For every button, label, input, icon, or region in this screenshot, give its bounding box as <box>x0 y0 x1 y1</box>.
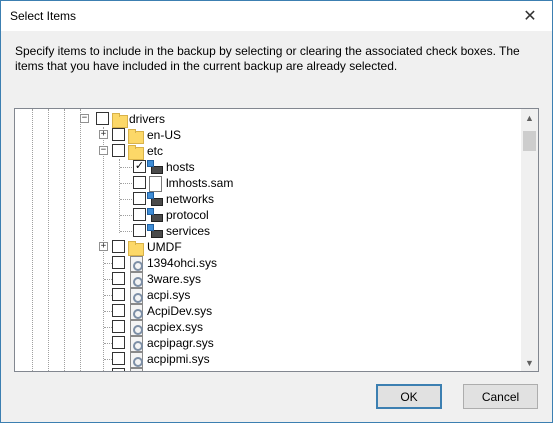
cancel-button[interactable]: Cancel <box>463 384 538 409</box>
checkbox[interactable] <box>112 240 125 253</box>
checkbox[interactable] <box>133 192 146 205</box>
tree-item-label[interactable]: UMDF <box>147 240 182 254</box>
network-file-icon <box>146 223 163 239</box>
system-file-icon <box>127 335 143 352</box>
instruction-text: Specify items to include in the backup b… <box>15 44 520 73</box>
tree-item-label[interactable]: AcpiDev.sys <box>147 304 212 318</box>
checkbox[interactable] <box>112 352 125 365</box>
scroll-up-icon[interactable]: ▲ <box>521 109 538 126</box>
network-file-icon <box>146 207 163 223</box>
select-items-dialog: Select Items ✕ Specify items to include … <box>0 0 553 423</box>
tree-guide-line <box>119 159 120 233</box>
system-file-icon <box>127 303 143 320</box>
system-file-icon <box>127 287 143 304</box>
folder-icon <box>127 239 144 256</box>
tree-item-label[interactable]: acpipagr.sys <box>147 336 214 350</box>
checkbox[interactable] <box>133 176 146 189</box>
collapse-icon[interactable]: − <box>99 146 108 155</box>
checkbox[interactable] <box>133 208 146 221</box>
network-file-icon <box>146 191 163 207</box>
collapse-icon[interactable]: − <box>80 114 89 123</box>
tree-connector <box>120 199 132 200</box>
folder-icon <box>127 143 144 160</box>
tree-item-label[interactable]: etc <box>147 144 163 158</box>
checkbox[interactable] <box>133 224 146 237</box>
tree-connector <box>120 183 132 184</box>
network-file-icon <box>146 159 163 175</box>
checkbox[interactable] <box>112 272 125 285</box>
tree-guide-line <box>80 109 81 371</box>
tree-item-label[interactable]: services <box>166 224 210 238</box>
tree-connector <box>104 343 112 344</box>
tree-connector <box>120 167 132 168</box>
folder-icon <box>127 127 144 144</box>
system-file-icon <box>127 351 143 368</box>
tree-connector <box>104 279 112 280</box>
scroll-down-icon[interactable]: ▼ <box>521 354 538 371</box>
system-file-icon <box>127 367 143 371</box>
scroll-thumb[interactable] <box>523 131 536 151</box>
tree-connector <box>104 311 112 312</box>
tree-connector <box>104 327 112 328</box>
checkbox[interactable] <box>112 304 125 317</box>
tree-guide-line <box>32 109 33 371</box>
tree-item-label[interactable]: 1394ohci.sys <box>147 256 217 270</box>
system-file-icon <box>127 255 143 272</box>
file-icon <box>146 175 162 192</box>
tree-connector <box>120 231 132 232</box>
checkbox[interactable] <box>112 288 125 301</box>
tree-item-label[interactable]: 3ware.sys <box>147 272 201 286</box>
window-title: Select Items <box>10 9 77 23</box>
tree-guide-line <box>48 109 49 371</box>
tree-item-label[interactable]: lmhosts.sam <box>166 176 233 190</box>
title-bar: Select Items ✕ <box>1 1 552 31</box>
tree-item-label[interactable]: drivers <box>129 112 165 126</box>
system-file-icon <box>127 319 143 336</box>
tree-item-label[interactable]: en-US <box>147 128 181 142</box>
checkbox[interactable]: ✓ <box>133 160 146 173</box>
folder-icon <box>111 111 128 128</box>
tree-connector <box>104 359 112 360</box>
expand-icon[interactable]: + <box>99 242 108 251</box>
tree-connector <box>104 263 112 264</box>
tree-item-label[interactable]: hosts <box>166 160 195 174</box>
tree-item-label[interactable]: protocol <box>166 208 209 222</box>
ok-button[interactable]: OK <box>376 384 442 409</box>
vertical-scrollbar[interactable]: ▲ ▼ <box>521 109 538 371</box>
items-tree[interactable]: − drivers + en-US − etc ✓ hosts lmhosts.… <box>14 108 539 372</box>
checkbox[interactable] <box>112 128 125 141</box>
checkbox[interactable] <box>96 112 109 125</box>
checkbox[interactable] <box>112 256 125 269</box>
tree-connector <box>104 295 112 296</box>
checkbox[interactable] <box>112 336 125 349</box>
close-icon[interactable]: ✕ <box>508 1 552 31</box>
tree-guide-line <box>64 109 65 371</box>
checkbox[interactable] <box>112 144 125 157</box>
checkbox[interactable] <box>112 320 125 333</box>
tree-item-label[interactable]: networks <box>166 192 214 206</box>
tree-item-label[interactable]: acpipmi.sys <box>147 352 210 366</box>
tree-item-label[interactable]: acpi.sys <box>147 288 190 302</box>
tree-item-label[interactable]: acpiex.sys <box>147 320 203 334</box>
expand-icon[interactable]: + <box>99 130 108 139</box>
checkbox[interactable] <box>112 368 125 371</box>
tree-connector <box>120 215 132 216</box>
system-file-icon <box>127 271 143 288</box>
